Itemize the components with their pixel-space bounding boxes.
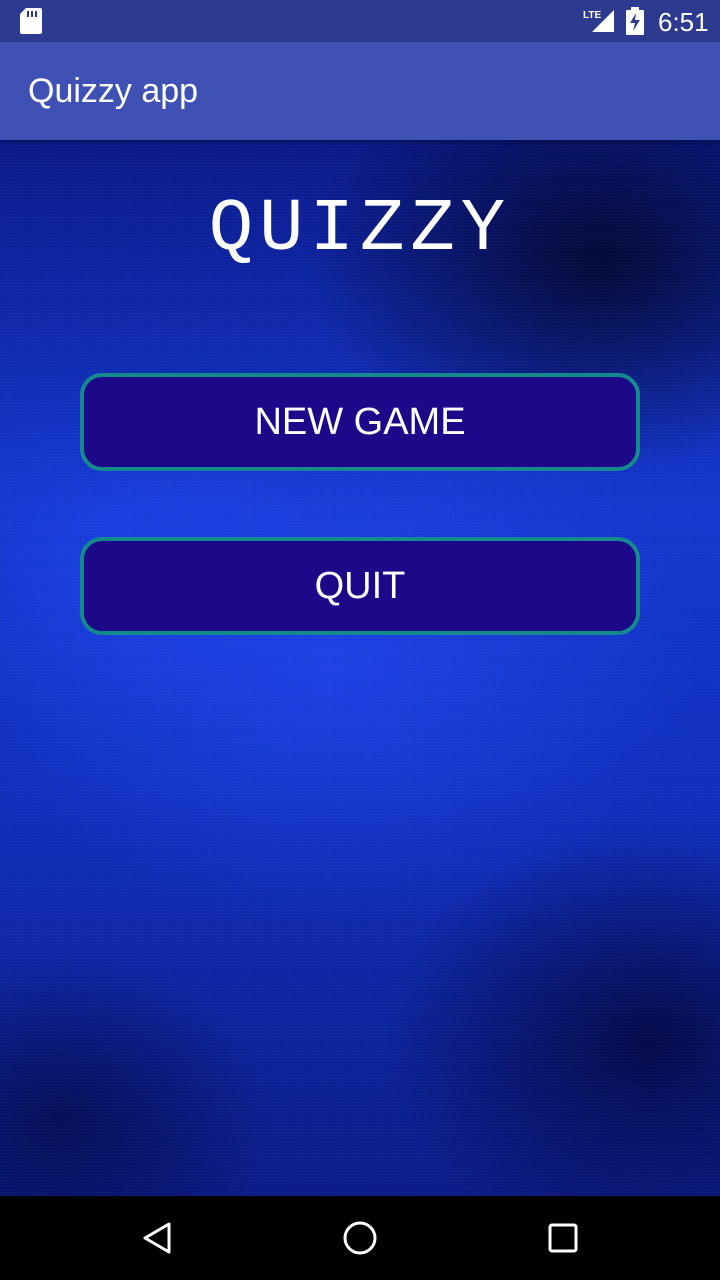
home-icon[interactable]	[338, 1216, 382, 1260]
app-bar: Quizzy app	[0, 42, 720, 140]
status-bar: LTE 6:51	[0, 0, 720, 42]
new-game-button[interactable]: NEW GAME	[80, 373, 640, 471]
recents-icon[interactable]	[541, 1216, 585, 1260]
back-icon[interactable]	[136, 1216, 180, 1260]
battery-charging-icon	[626, 7, 644, 40]
navigation-bar	[0, 1196, 720, 1280]
lte-signal-icon: LTE	[582, 8, 616, 39]
main-content: QUIZZY NEW GAME QUIT	[0, 140, 720, 1196]
status-time: 6:51	[658, 7, 709, 37]
quit-button[interactable]: QUIT	[80, 537, 640, 635]
sd-card-icon	[20, 8, 42, 39]
background-texture	[0, 140, 720, 1196]
quizzy-heading: QUIZZY	[208, 188, 512, 272]
svg-text:LTE: LTE	[583, 10, 601, 21]
app-title: Quizzy app	[28, 72, 199, 110]
